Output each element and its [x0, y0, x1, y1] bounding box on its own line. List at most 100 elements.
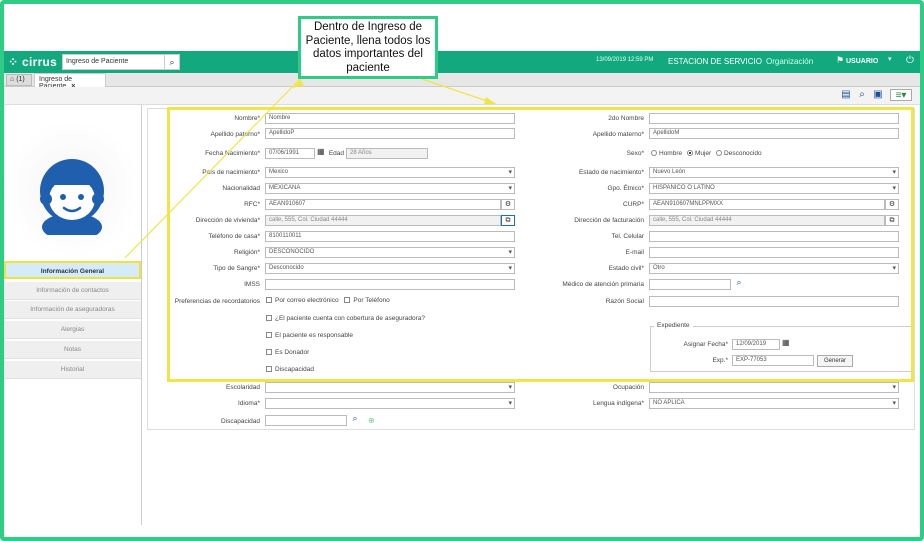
fecha-nacimiento-input[interactable]: 07/06/1991	[265, 148, 315, 159]
sidebar-item-contactos[interactable]: Información de contactos	[4, 282, 141, 300]
asignar-fecha-label: Asignar Fecha*	[683, 341, 728, 348]
medico-search-button[interactable]: ⌕	[732, 278, 746, 289]
edit-direccion-facturacion-button[interactable]: ⧉	[885, 215, 899, 226]
sidebar-item-alergias[interactable]: Alergias	[4, 321, 141, 339]
save-icon[interactable]: ▣	[872, 89, 884, 101]
user-menu[interactable]: USUARIO	[846, 58, 878, 65]
checkbox-donador-row: Es Donador	[266, 349, 309, 356]
curp-input[interactable]: AEAN910607MNLPPMXX	[649, 199, 885, 210]
lengua-indigena-select[interactable]: NO APLICA	[649, 398, 899, 409]
asignar-fecha-input[interactable]: 12/09/2019	[732, 339, 780, 350]
nombre2-input[interactable]	[649, 113, 899, 124]
celular-label: Tel. Celular	[611, 233, 644, 240]
medico-input[interactable]	[649, 279, 731, 290]
radio-hombre-label: Hombre	[659, 150, 683, 157]
apellido-materno-input[interactable]: ApellidoM	[649, 128, 899, 139]
sidebar-item-informacion-general[interactable]: Información General	[4, 261, 141, 279]
datetime-label: 13/09/2019 12:59 PM	[596, 57, 654, 63]
radio-desconocido[interactable]	[716, 150, 723, 157]
checkbox-aseguradora[interactable]	[266, 315, 272, 322]
expediente-input[interactable]: EXP-77053	[732, 355, 814, 366]
search-button[interactable]: ⌕	[164, 54, 180, 70]
tab-home[interactable]: ⌂ (1)	[6, 74, 32, 86]
edad-label: Edad	[328, 150, 344, 157]
telefono-casa-input[interactable]: 8100110011	[265, 231, 515, 242]
generar-button[interactable]: Generar	[817, 355, 853, 367]
discapacidad-search-button[interactable]: ⌕	[348, 414, 362, 425]
escolaridad-select[interactable]	[265, 382, 515, 393]
checkbox-discapacidad[interactable]	[266, 366, 272, 373]
top-bar: ⁘ cirrus Ingreso de Paciente ⌕ 13/09/201…	[4, 51, 920, 73]
checkbox-correo-label: Por correo electrónico	[275, 297, 339, 304]
flag-icon[interactable]: ⚑	[836, 55, 844, 66]
generate-rfc-button[interactable]: ⚙	[501, 199, 515, 210]
chevron-down-icon[interactable]: ▾	[888, 55, 892, 63]
station-link[interactable]: ESTACION DE SERVICIO	[668, 57, 762, 66]
email-input[interactable]	[649, 247, 899, 258]
email-label: E-mail	[625, 249, 644, 256]
checkbox-telefono[interactable]	[344, 297, 351, 304]
checkbox-correo[interactable]	[266, 297, 272, 304]
tipo-sangre-select[interactable]: Desconocido	[265, 263, 515, 274]
pais-select[interactable]: Mexico	[265, 167, 515, 178]
religion-select[interactable]: DESCONOCIDO	[265, 247, 515, 258]
sidebar-item-notas[interactable]: Notas	[4, 341, 141, 359]
radio-mujer[interactable]	[686, 150, 693, 157]
radio-hombre[interactable]	[651, 150, 657, 157]
generate-curp-button[interactable]: ⚙	[885, 199, 899, 210]
direccion-facturacion-label: Dirección de facturación	[574, 217, 644, 224]
telefono-casa-label: Teléfono de casa*	[208, 233, 260, 240]
checkbox-responsable[interactable]	[266, 332, 272, 339]
expediente-legend: Expediente	[654, 322, 693, 329]
estado-nacimiento-label: Estado de nacimiento*	[578, 169, 644, 176]
apellido-paterno-label: Apellido paterno*	[210, 131, 260, 138]
grupo-etnico-select[interactable]: HISPANICO O LATINO	[649, 183, 899, 194]
calendar-icon[interactable]: ▦	[317, 147, 325, 156]
imss-label: IMSS	[244, 281, 260, 288]
search-icon[interactable]: ⌕	[856, 89, 868, 101]
app-logo[interactable]: ⁘ cirrus	[8, 55, 57, 69]
radio-mujer-label: Mujer	[694, 150, 712, 157]
idioma-select[interactable]	[265, 398, 515, 409]
tab-home-count: (1)	[16, 76, 25, 83]
apellido-paterno-input[interactable]: ApellidoP	[265, 128, 515, 139]
list-menu-icon[interactable]: ≡▾	[890, 89, 912, 101]
ocupacion-select[interactable]	[649, 382, 899, 393]
calendar-icon[interactable]: ▦	[782, 338, 790, 347]
search-icon: ⌕	[352, 413, 358, 423]
estado-nacimiento-select[interactable]: Nuevo León	[649, 167, 899, 178]
organization-link[interactable]: Organización	[766, 57, 813, 66]
celular-input[interactable]	[649, 231, 899, 242]
edad-input: 28 Años	[346, 148, 428, 159]
search-input[interactable]: Ingreso de Paciente	[62, 54, 180, 70]
razon-social-label: Razón Social	[605, 298, 644, 305]
checkbox-donador[interactable]	[266, 349, 272, 356]
add-icon[interactable]: ⊕	[368, 416, 375, 425]
checkbox-discapacidad-label: Discapacidad	[275, 366, 315, 373]
checkbox-discapacidad-row: Discapacidad	[266, 366, 314, 373]
document-icon[interactable]: ▤	[840, 89, 852, 101]
edit-direccion-vivienda-button[interactable]: ⧉	[501, 215, 515, 226]
imss-input[interactable]	[265, 279, 515, 290]
checkbox-aseguradora-label: ¿El paciente cuenta con cobertura de ase…	[275, 315, 425, 322]
rfc-input[interactable]: AEAN910607	[265, 199, 501, 210]
direccion-vivienda-input: calle, 555, Col. Ciudad 44444	[265, 215, 501, 226]
power-icon[interactable]: ⏻	[906, 55, 914, 66]
ocupacion-label: Ocupación	[612, 384, 644, 391]
medico-label: Médico de atención primaria	[562, 281, 644, 288]
avatar-area	[4, 119, 141, 259]
sidebar-item-aseguradoras[interactable]: Información de aseguradoras	[4, 301, 141, 319]
tab-strip: ⌂ (1) Ingreso de Paciente ×	[4, 73, 920, 90]
razon-social-input[interactable]	[649, 296, 899, 307]
sidebar-item-historial[interactable]: Historial	[4, 361, 141, 379]
avatar	[40, 159, 104, 235]
sexo-radio-group: Hombre Mujer Desconocido	[648, 150, 762, 157]
nacionalidad-select[interactable]: MEXICANA	[265, 183, 515, 194]
tab-ingreso-paciente[interactable]: Ingreso de Paciente ×	[34, 73, 106, 90]
discapacidad-input[interactable]	[265, 415, 347, 426]
tipo-sangre-label: Tipo de Sangre*	[213, 265, 260, 272]
pais-label: País de nacimiento*	[202, 169, 260, 176]
checkbox-telefono-label: Por Teléfono	[353, 297, 390, 304]
nombre-input[interactable]: Nombre	[265, 113, 515, 124]
estado-civil-select[interactable]: Otro	[649, 263, 899, 274]
